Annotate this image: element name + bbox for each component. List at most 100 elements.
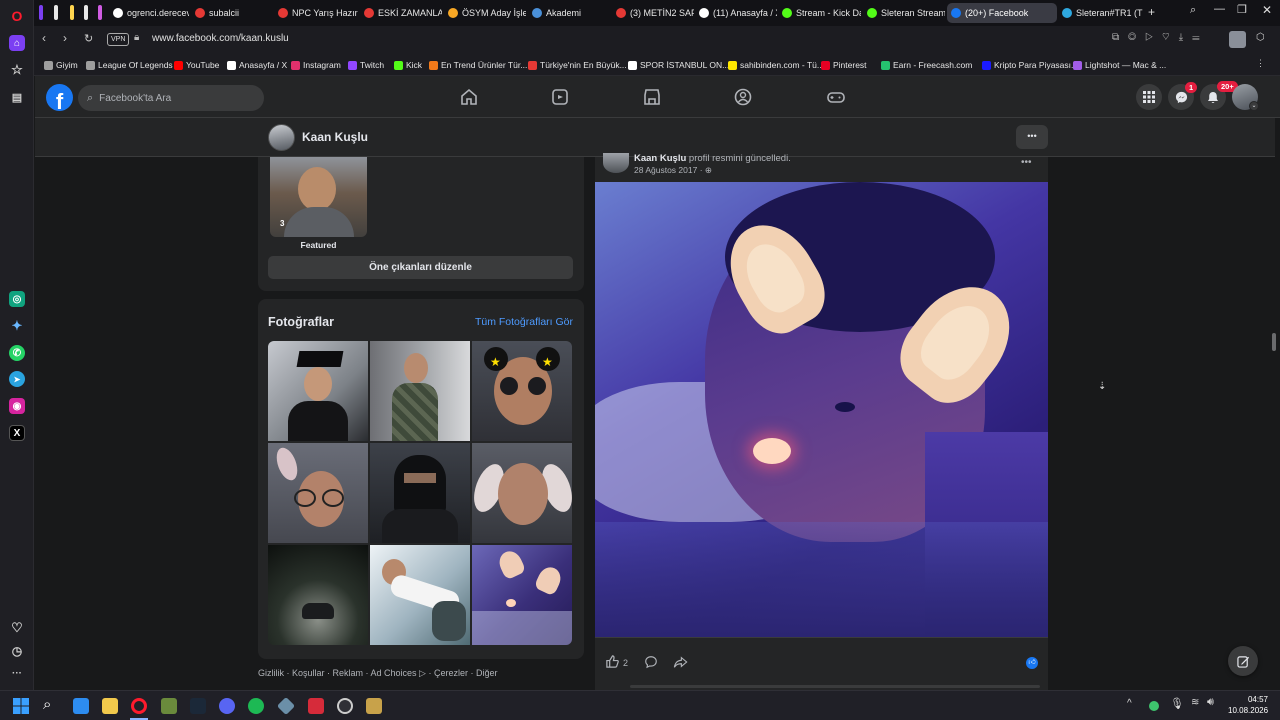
heart-icon[interactable]: ♡ bbox=[9, 620, 25, 636]
bookmark-item[interactable]: League Of Legends bbox=[86, 58, 173, 72]
telegram-icon[interactable]: ➤ bbox=[9, 371, 25, 387]
photo-thumbnail[interactable] bbox=[268, 341, 368, 441]
taskbar-steam-icon[interactable] bbox=[190, 698, 206, 714]
bookmark-item[interactable]: Kripto Para Piyasası... bbox=[982, 58, 1078, 72]
taskbar-app-icon[interactable] bbox=[276, 696, 296, 716]
bookmark-item[interactable]: Lightshot — Mac & ... bbox=[1073, 58, 1166, 72]
browser-tab[interactable]: ESKİ ZAMANLARD bbox=[360, 3, 442, 23]
video-nav-icon[interactable] bbox=[550, 87, 570, 107]
reaction-like-icon[interactable]: 👍︎ bbox=[1026, 657, 1038, 669]
photo-thumbnail[interactable] bbox=[472, 545, 572, 645]
marketplace-nav-icon[interactable] bbox=[642, 87, 662, 107]
browser-tab[interactable]: Akademi bbox=[528, 3, 610, 23]
pinned-tab[interactable] bbox=[70, 5, 74, 20]
history-icon[interactable]: ◷ bbox=[9, 643, 25, 659]
bookmark-item[interactable]: sahibinden.com - Tü... bbox=[728, 58, 824, 72]
bookmark-item[interactable]: Kick bbox=[394, 58, 422, 72]
tray-status-icon[interactable] bbox=[1149, 701, 1159, 711]
browser-tab[interactable]: subalcii bbox=[191, 3, 273, 23]
chatgpt-icon[interactable]: ◎ bbox=[9, 291, 25, 307]
bookmark-item[interactable]: En Trend Ürünler Tür... bbox=[429, 58, 527, 72]
profile-more-button[interactable]: ••• bbox=[1016, 125, 1048, 149]
browser-tab[interactable]: ÖSYM Aday İşlem bbox=[444, 3, 526, 23]
whatsapp-icon[interactable]: ✆ bbox=[9, 345, 25, 361]
reload-icon[interactable]: ↻ bbox=[84, 32, 93, 45]
pinned-tab[interactable] bbox=[98, 5, 102, 20]
browser-tab[interactable]: (20+) Facebook bbox=[947, 3, 1057, 23]
chevron-down-icon[interactable]: ⌄ bbox=[1249, 101, 1259, 111]
bookmark-item[interactable]: Instagram bbox=[291, 58, 341, 72]
like-icon[interactable] bbox=[605, 654, 620, 669]
x-icon[interactable]: X bbox=[9, 425, 25, 441]
see-all-photos-link[interactable]: Tüm Fotoğrafları Gör bbox=[475, 316, 573, 328]
bookmark-item[interactable]: YouTube bbox=[174, 58, 219, 72]
photo-thumbnail[interactable] bbox=[370, 341, 470, 441]
groups-nav-icon[interactable] bbox=[733, 87, 753, 107]
facebook-logo[interactable]: f bbox=[46, 84, 73, 111]
page-scrollbar[interactable] bbox=[1270, 157, 1278, 690]
forward-icon[interactable]: › bbox=[63, 31, 67, 45]
opera-logo-icon[interactable]: O bbox=[9, 8, 25, 24]
bookmark-item[interactable]: Earn - Freecash.com bbox=[881, 58, 972, 72]
taskbar-opera-icon[interactable] bbox=[131, 698, 147, 714]
photo-thumbnail[interactable]: ★ ★ bbox=[472, 341, 572, 441]
home-nav-icon[interactable] bbox=[459, 87, 479, 107]
wifi-icon[interactable]: ≋ bbox=[1191, 697, 1199, 708]
browser-tab[interactable]: Sleteran Stream bbox=[863, 3, 945, 23]
new-message-button[interactable] bbox=[1228, 646, 1258, 676]
taskbar-discord-icon[interactable] bbox=[219, 698, 235, 714]
bookmark-item[interactable]: Twitch bbox=[348, 58, 384, 72]
post-date[interactable]: 28 Ağustos 2017 · ⊕ bbox=[634, 165, 712, 176]
profile-name[interactable]: Kaan Kuşlu bbox=[302, 130, 368, 144]
post-options-button[interactable]: ••• bbox=[1021, 157, 1032, 168]
featured-thumbnail[interactable]: 3 bbox=[270, 157, 367, 237]
minimize-button[interactable]: — bbox=[1214, 3, 1225, 15]
search-tabs-icon[interactable]: ⌕ bbox=[1190, 4, 1196, 17]
lock-icon[interactable]: 🔒︎ bbox=[134, 32, 139, 43]
profile-avatar[interactable] bbox=[1229, 31, 1246, 48]
bookmark-item[interactable]: Türkiye'nin En Büyük... bbox=[528, 58, 627, 72]
photo-thumbnail[interactable] bbox=[268, 545, 368, 645]
extensions-icon[interactable]: ⬡ bbox=[1256, 32, 1265, 43]
like-count[interactable]: 2 bbox=[623, 658, 628, 668]
post-author-avatar[interactable] bbox=[603, 153, 629, 173]
pinned-tab[interactable] bbox=[54, 5, 58, 20]
bookmark-item[interactable]: Pinterest bbox=[821, 58, 867, 72]
address-actions[interactable]: ⧉◎▷♡⤓☰ bbox=[1112, 32, 1209, 43]
bookmark-item[interactable]: Giyim bbox=[44, 58, 78, 72]
menu-grid-button[interactable] bbox=[1136, 84, 1162, 110]
browser-tab[interactable]: ogrenci.derecevip bbox=[109, 3, 189, 23]
taskbar-outlook-icon[interactable] bbox=[73, 698, 89, 714]
close-window-button[interactable]: ✕ bbox=[1262, 3, 1272, 17]
maximize-button[interactable]: ❐ bbox=[1237, 3, 1247, 16]
post-photo[interactable] bbox=[595, 182, 1048, 637]
taskbar-obs-icon[interactable] bbox=[337, 698, 353, 714]
taskbar-search-icon[interactable]: ⌕ bbox=[43, 696, 51, 713]
share-icon[interactable] bbox=[673, 655, 688, 669]
new-tab-button[interactable]: + bbox=[1148, 5, 1155, 19]
profile-avatar-small[interactable] bbox=[268, 124, 295, 151]
taskbar-riot-icon[interactable] bbox=[308, 698, 324, 714]
browser-tab[interactable]: Stream - Kick Das bbox=[778, 3, 861, 23]
pinned-tab[interactable] bbox=[39, 5, 43, 20]
tray-overflow-icon[interactable]: ^ bbox=[1127, 698, 1132, 709]
photo-thumbnail[interactable] bbox=[472, 443, 572, 543]
volume-icon[interactable]: 🔊︎ bbox=[1207, 696, 1214, 709]
taskbar-minecraft-icon[interactable] bbox=[161, 698, 177, 714]
speed-dial-icon[interactable]: ☆ bbox=[9, 62, 25, 78]
gaming-nav-icon[interactable] bbox=[826, 87, 846, 107]
taskbar-league-icon[interactable] bbox=[366, 698, 382, 714]
back-icon[interactable]: ‹ bbox=[42, 31, 46, 45]
clock[interactable]: 04:57 10.08.2026 bbox=[1228, 694, 1268, 716]
bookmarks-overflow-icon[interactable]: ⋮ bbox=[1256, 58, 1265, 69]
more-icon[interactable]: ··· bbox=[9, 665, 25, 681]
windows-start-icon[interactable] bbox=[13, 698, 29, 714]
browser-tab[interactable]: (11) Anasayfa / X bbox=[695, 3, 777, 23]
instagram-icon[interactable]: ◉ bbox=[9, 398, 25, 414]
post-author-name[interactable]: Kaan Kuşlu bbox=[634, 153, 686, 164]
comment-icon[interactable] bbox=[644, 655, 658, 669]
edit-featured-button[interactable]: Öne çıkanları düzenle bbox=[268, 256, 573, 279]
taskbar-explorer-icon[interactable] bbox=[102, 698, 118, 714]
photo-thumbnail[interactable] bbox=[370, 545, 470, 645]
browser-tab[interactable]: (3) METİN2 SAFİR bbox=[612, 3, 694, 23]
